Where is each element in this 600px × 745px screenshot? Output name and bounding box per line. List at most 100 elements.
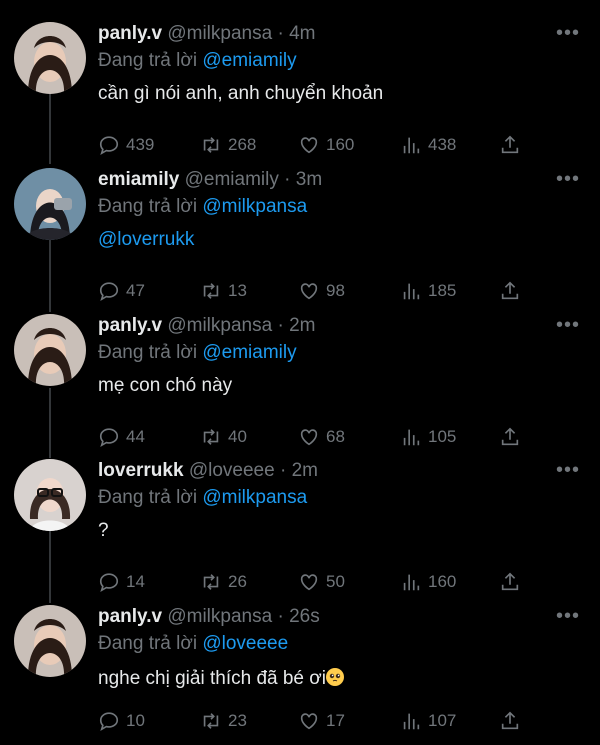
replying-prefix: Đang trả lời	[98, 196, 198, 217]
reply-count: 439	[126, 135, 155, 154]
user-handle[interactable]: @milkpansa	[167, 606, 272, 627]
reply-icon	[99, 712, 119, 731]
retweet-count: 40	[228, 427, 247, 446]
like-button[interactable]: 68	[298, 426, 345, 448]
reply-count: 14	[126, 572, 145, 591]
reply-button[interactable]: 44	[98, 426, 145, 448]
like-icon	[300, 429, 318, 446]
tweet[interactable]: loverrukk @loveeee · 2m ••• Đang trả lời…	[0, 459, 600, 599]
like-icon	[300, 137, 318, 154]
avatar[interactable]	[14, 459, 86, 531]
retweet-button[interactable]: 26	[200, 571, 247, 593]
user-handle[interactable]: @milkpansa	[167, 315, 272, 336]
share-button[interactable]	[499, 280, 521, 302]
replying-prefix: Đang trả lời	[98, 342, 198, 363]
user-handle[interactable]: @loveeee	[189, 460, 275, 481]
like-count: 160	[326, 135, 355, 154]
views-button[interactable]: 438	[400, 134, 456, 156]
like-count: 68	[326, 427, 345, 446]
views-count: 185	[428, 281, 457, 300]
like-count: 17	[326, 711, 345, 730]
more-icon[interactable]: •••	[556, 22, 580, 45]
retweet-count: 268	[228, 135, 257, 154]
views-icon	[403, 283, 420, 300]
avatar[interactable]	[14, 22, 86, 94]
views-icon	[403, 429, 420, 446]
timestamp[interactable]: 26s	[289, 606, 320, 627]
retweet-button[interactable]: 23	[200, 710, 247, 732]
like-button[interactable]: 50	[298, 571, 345, 593]
reply-icon	[99, 573, 119, 592]
like-count: 50	[326, 572, 345, 591]
like-button[interactable]: 98	[298, 280, 345, 302]
separator-dot: ·	[277, 23, 284, 44]
display-name[interactable]: loverrukk	[98, 460, 184, 481]
display-name[interactable]: emiamily	[98, 169, 179, 190]
share-icon	[501, 135, 519, 154]
replying-prefix: Đang trả lời	[98, 50, 198, 71]
mention-link[interactable]: @emiamily	[202, 342, 296, 363]
tweet[interactable]: panly.v @milkpansa · 4m ••• Đang trả lời…	[0, 22, 600, 162]
retweet-button[interactable]: 40	[200, 426, 247, 448]
retweet-button[interactable]: 268	[200, 134, 256, 156]
share-button[interactable]	[499, 710, 521, 732]
user-handle[interactable]: @milkpansa	[167, 23, 272, 44]
avatar[interactable]	[14, 314, 86, 386]
display-name[interactable]: panly.v	[98, 23, 162, 44]
retweet-icon	[203, 429, 219, 445]
tweet-actions: 44 40 68 105	[98, 426, 528, 450]
retweet-count: 13	[228, 281, 247, 300]
tweet[interactable]: panly.v @milkpansa · 2m ••• Đang trả lời…	[0, 314, 600, 454]
timestamp[interactable]: 3m	[296, 169, 322, 190]
share-button[interactable]	[499, 426, 521, 448]
share-icon	[501, 281, 519, 300]
tweet[interactable]: emiamily @emiamily · 3m ••• Đang trả lời…	[0, 168, 600, 308]
reply-button[interactable]: 439	[98, 134, 154, 156]
timestamp[interactable]: 4m	[289, 23, 315, 44]
views-icon	[403, 713, 420, 730]
like-button[interactable]: 160	[298, 134, 354, 156]
share-button[interactable]	[499, 571, 521, 593]
mention-link[interactable]: @milkpansa	[202, 196, 307, 217]
replying-prefix: Đang trả lời	[98, 487, 198, 508]
retweet-button[interactable]: 13	[200, 280, 247, 302]
more-icon[interactable]: •••	[556, 459, 580, 482]
share-button[interactable]	[499, 134, 521, 156]
tweet-text: ?	[98, 520, 109, 541]
display-name[interactable]: panly.v	[98, 606, 162, 627]
views-icon	[403, 574, 420, 591]
more-icon[interactable]: •••	[556, 314, 580, 337]
views-button[interactable]: 105	[400, 426, 456, 448]
separator-dot: ·	[277, 315, 284, 336]
views-button[interactable]: 160	[400, 571, 456, 593]
tweet-header: emiamily @emiamily · 3m	[98, 168, 322, 192]
more-icon[interactable]: •••	[556, 605, 580, 628]
views-count: 438	[428, 135, 457, 154]
display-name[interactable]: panly.v	[98, 315, 162, 336]
tweet-text: mẹ con chó này	[98, 375, 233, 396]
avatar[interactable]	[14, 168, 86, 240]
mention-link[interactable]: @loveeee	[202, 633, 288, 654]
views-icon	[403, 137, 420, 154]
views-button[interactable]: 185	[400, 280, 456, 302]
retweet-icon	[203, 713, 219, 729]
reply-button[interactable]: 14	[98, 571, 145, 593]
user-handle[interactable]: @emiamily	[185, 169, 279, 190]
tweet[interactable]: panly.v @milkpansa · 26s ••• Đang trả lờ…	[0, 605, 600, 745]
separator-dot: ·	[279, 460, 287, 481]
reply-button[interactable]: 47	[98, 280, 145, 302]
more-icon[interactable]: •••	[556, 168, 580, 191]
retweet-count: 23	[228, 711, 247, 730]
mention-link[interactable]: @emiamily	[202, 50, 296, 71]
reply-button[interactable]: 10	[98, 710, 145, 732]
tweet-text: cần gì nói anh, anh chuyển khoản	[98, 83, 384, 104]
timestamp[interactable]: 2m	[289, 315, 315, 336]
like-button[interactable]: 17	[298, 710, 345, 732]
replying-to: Đang trả lời @milkpansa	[98, 486, 307, 510]
tweet-header: panly.v @milkpansa · 26s	[98, 605, 320, 629]
views-button[interactable]: 107	[400, 710, 456, 732]
tweet-text[interactable]: @loverrukk	[98, 228, 194, 252]
timestamp[interactable]: 2m	[292, 460, 318, 481]
mention-link[interactable]: @milkpansa	[202, 487, 307, 508]
avatar[interactable]	[14, 605, 86, 677]
